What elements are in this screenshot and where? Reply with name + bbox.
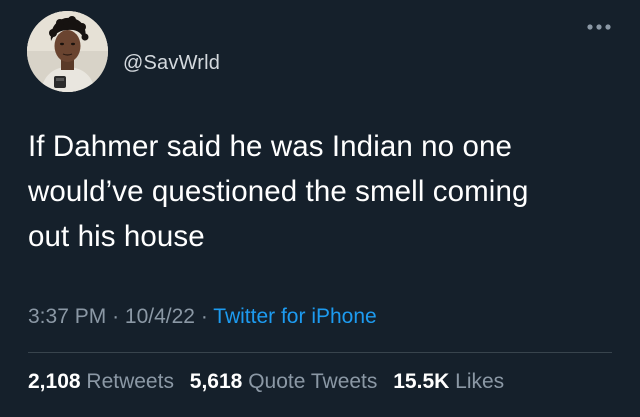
- tweet-time[interactable]: 3:37 PM: [28, 305, 106, 328]
- avatar-photo: [27, 11, 108, 92]
- retweets-stat[interactable]: 2,108 Retweets: [28, 370, 174, 393]
- retweets-count: 2,108: [28, 370, 81, 393]
- quote-tweets-label: Quote Tweets: [248, 370, 378, 393]
- tweet-meta: 3:37 PM · 10/4/22 · Twitter for iPhone: [28, 305, 377, 329]
- tweet-date[interactable]: 10/4/22: [125, 305, 195, 328]
- meta-separator: ·: [112, 305, 120, 328]
- divider: [28, 352, 612, 353]
- likes-stat[interactable]: 15.5K Likes: [393, 370, 504, 393]
- tweet-stats: 2,108 Retweets 5,618 Quote Tweets 15.5K …: [28, 370, 514, 394]
- likes-count: 15.5K: [393, 370, 450, 393]
- avatar[interactable]: [27, 11, 108, 92]
- likes-label: Likes: [455, 370, 505, 393]
- tweet-source-link[interactable]: Twitter for iPhone: [213, 305, 376, 328]
- quote-tweets-count: 5,618: [189, 370, 243, 393]
- user-handle[interactable]: @SavWrld: [123, 52, 220, 75]
- tweet-card: @SavWrld If Dahmer said he was Indian no…: [0, 0, 640, 417]
- meta-separator: ·: [200, 305, 208, 328]
- quote-tweets-stat[interactable]: 5,618 Quote Tweets: [190, 370, 378, 393]
- more-dots-icon[interactable]: [586, 22, 612, 32]
- retweets-label: Retweets: [86, 370, 174, 393]
- tweet-text: If Dahmer said he was Indian no one woul…: [28, 130, 529, 253]
